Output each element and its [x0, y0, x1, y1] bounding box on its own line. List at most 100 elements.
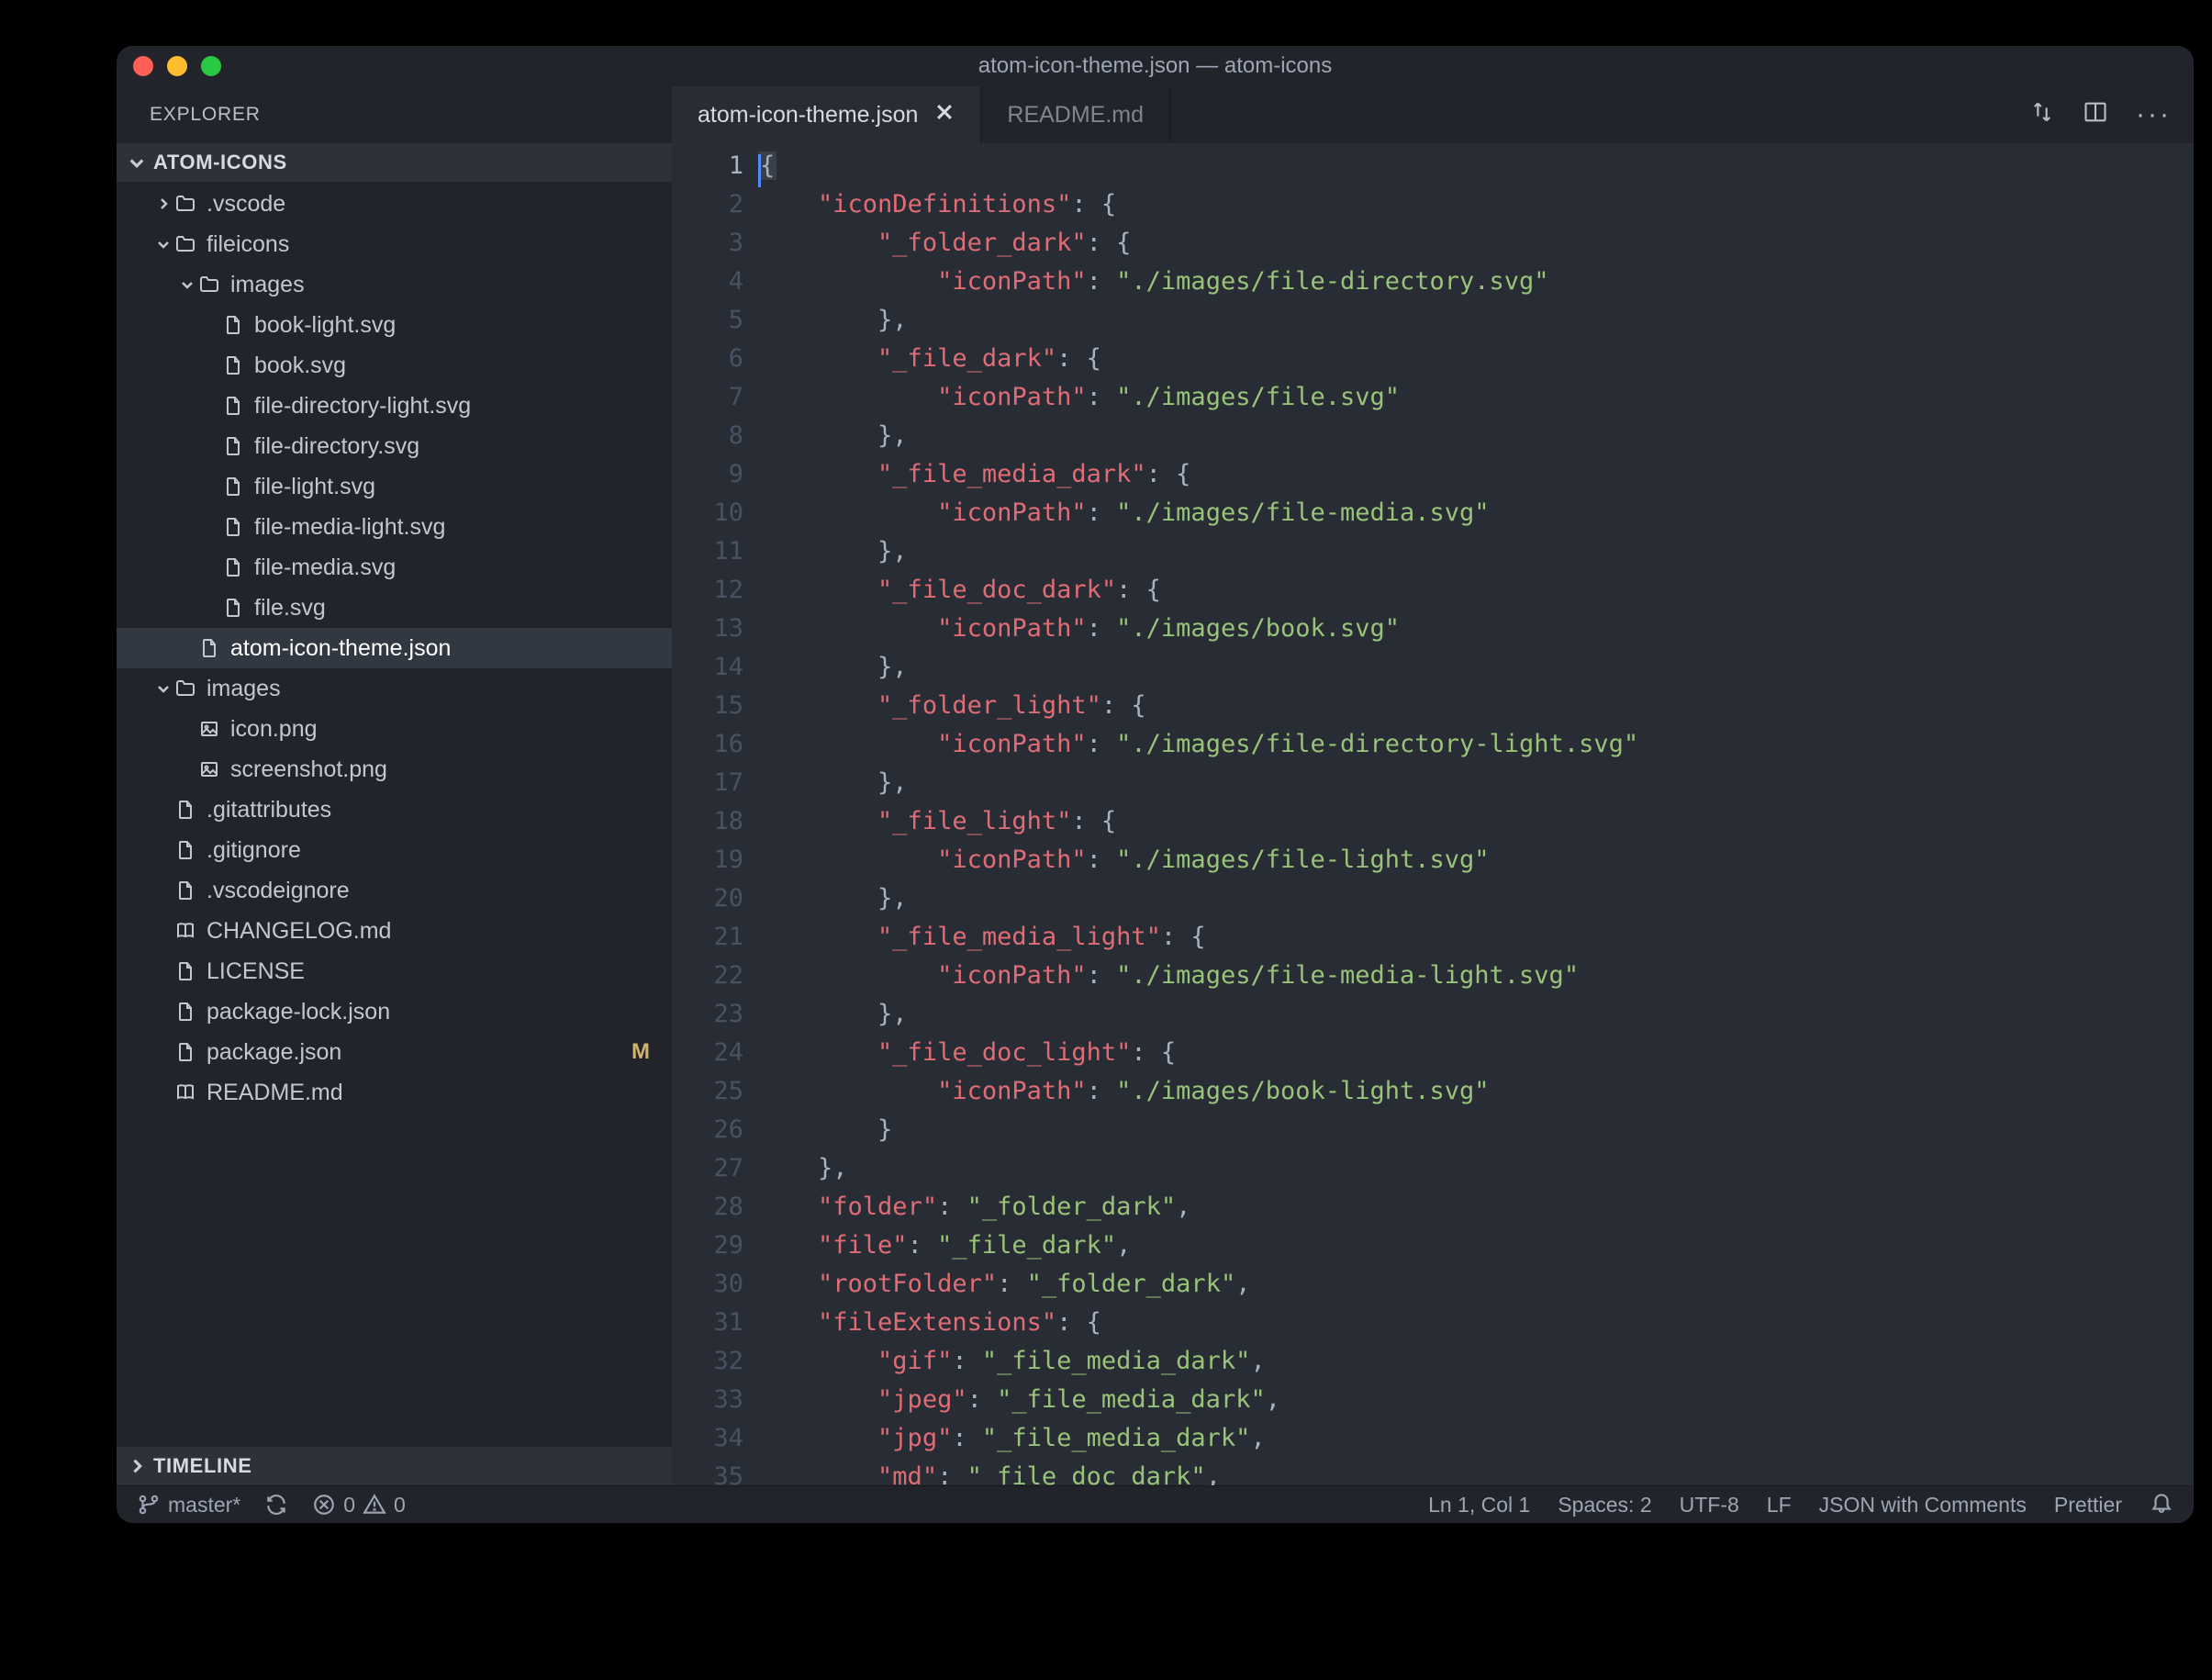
status-formatter[interactable]: Prettier	[2054, 1493, 2122, 1518]
chevron-down-icon[interactable]	[155, 237, 172, 252]
chevron-down-icon[interactable]	[179, 277, 196, 292]
file-icon	[172, 839, 199, 861]
folder-icon	[172, 678, 199, 700]
status-encoding[interactable]: UTF-8	[1680, 1493, 1739, 1518]
window-title: atom-icon-theme.json — atom-icons	[117, 53, 2194, 79]
folder-icon	[172, 193, 199, 215]
file-item[interactable]: screenshot.png	[117, 749, 672, 790]
file-icon	[219, 314, 247, 336]
file-icon	[219, 435, 247, 457]
editor-group: atom-icon-theme.json README.md ··· 123456…	[672, 86, 2194, 1485]
file-item[interactable]: book.svg	[117, 345, 672, 386]
explorer-root-section[interactable]: ATOM-ICONS	[117, 143, 672, 182]
file-label: file-directory.svg	[254, 433, 672, 460]
file-label: .vscode	[207, 191, 672, 218]
file-item[interactable]: file-directory-light.svg	[117, 386, 672, 426]
more-actions-icon[interactable]: ···	[2136, 101, 2172, 129]
tab-bar: atom-icon-theme.json README.md ···	[672, 86, 2194, 143]
status-sync[interactable]	[264, 1493, 288, 1517]
file-item[interactable]: package-lock.json	[117, 991, 672, 1032]
chevron-right-icon[interactable]	[155, 196, 172, 211]
file-item[interactable]: icon.png	[117, 709, 672, 749]
file-icon	[172, 1001, 199, 1023]
titlebar: atom-icon-theme.json — atom-icons	[117, 46, 2194, 86]
file-item[interactable]: .gitignore	[117, 830, 672, 870]
notifications-icon[interactable]	[2150, 1490, 2173, 1519]
file-item[interactable]: file-media.svg	[117, 547, 672, 588]
folder-item[interactable]: .vscode	[117, 184, 672, 224]
file-item[interactable]: LICENSE	[117, 951, 672, 991]
file-item[interactable]: CHANGELOG.md	[117, 911, 672, 951]
file-item[interactable]: package.jsonM	[117, 1032, 672, 1072]
file-label: CHANGELOG.md	[207, 918, 672, 945]
file-icon	[219, 516, 247, 538]
code-area[interactable]: { "iconDefinitions": { "_folder_dark": {…	[758, 147, 2194, 1485]
file-icon	[172, 879, 199, 902]
file-label: atom-icon-theme.json	[230, 635, 672, 662]
file-label: LICENSE	[207, 958, 672, 985]
status-branch[interactable]: master*	[137, 1493, 240, 1518]
sync-icon	[264, 1493, 288, 1517]
close-tab-icon[interactable]	[934, 102, 955, 129]
file-item[interactable]: file-media-light.svg	[117, 507, 672, 547]
status-problems[interactable]: 0 0	[312, 1493, 406, 1518]
close-window-button[interactable]	[133, 56, 153, 76]
minimize-window-button[interactable]	[167, 56, 187, 76]
folder-item[interactable]: images	[117, 668, 672, 709]
image-icon	[196, 758, 223, 780]
branch-icon	[137, 1493, 161, 1517]
file-label: book-light.svg	[254, 312, 672, 339]
file-label: file-directory-light.svg	[254, 393, 672, 420]
file-label: package-lock.json	[207, 999, 672, 1025]
folder-item[interactable]: images	[117, 264, 672, 305]
app-window: atom-icon-theme.json — atom-icons EXPLOR…	[117, 46, 2194, 1523]
zoom-window-button[interactable]	[201, 56, 221, 76]
file-item[interactable]: book-light.svg	[117, 305, 672, 345]
status-eol[interactable]: LF	[1767, 1493, 1792, 1518]
folder-icon	[196, 274, 223, 296]
file-icon	[172, 1041, 199, 1063]
file-item[interactable]: README.md	[117, 1072, 672, 1113]
chevron-down-icon	[128, 153, 146, 172]
file-icon	[219, 476, 247, 498]
file-icon	[172, 799, 199, 821]
file-tree: .vscode fileicons images book-light.svg book…	[117, 182, 672, 1447]
status-spaces[interactable]: Spaces: 2	[1558, 1493, 1651, 1518]
file-label: README.md	[207, 1080, 672, 1106]
file-label: .gitignore	[207, 837, 672, 864]
tab[interactable]: atom-icon-theme.json	[672, 86, 981, 143]
window-controls	[133, 56, 221, 76]
file-label: images	[230, 272, 672, 298]
error-icon	[312, 1493, 336, 1517]
file-icon	[196, 637, 223, 659]
file-item[interactable]: file.svg	[117, 588, 672, 628]
status-bar: master* 0 0 Ln 1, Col 1 Spaces: 2 UTF-8 …	[117, 1485, 2194, 1523]
timeline-label: TIMELINE	[153, 1454, 251, 1478]
tab-actions: ···	[2007, 86, 2194, 143]
tab-label: atom-icon-theme.json	[698, 102, 918, 129]
code-editor[interactable]: 1234567891011121314151617181920212223242…	[672, 143, 2194, 1485]
folder-item[interactable]: fileicons	[117, 224, 672, 264]
file-item[interactable]: .gitattributes	[117, 790, 672, 830]
file-item[interactable]: .vscodeignore	[117, 870, 672, 911]
file-label: fileicons	[207, 231, 672, 258]
file-label: file-light.svg	[254, 474, 672, 500]
file-item[interactable]: file-light.svg	[117, 466, 672, 507]
book-icon	[172, 920, 199, 942]
compare-changes-icon[interactable]	[2029, 99, 2055, 131]
line-gutter: 1234567891011121314151617181920212223242…	[672, 147, 758, 1485]
file-item[interactable]: file-directory.svg	[117, 426, 672, 466]
file-label: file-media.svg	[254, 554, 672, 581]
tab[interactable]: README.md	[981, 86, 1170, 143]
file-icon	[219, 556, 247, 578]
file-label: file.svg	[254, 595, 672, 622]
split-editor-icon[interactable]	[2083, 99, 2108, 131]
file-item[interactable]: atom-icon-theme.json	[117, 628, 672, 668]
chevron-down-icon[interactable]	[155, 681, 172, 696]
book-icon	[172, 1081, 199, 1103]
status-lang[interactable]: JSON with Comments	[1819, 1493, 2027, 1518]
status-lncol[interactable]: Ln 1, Col 1	[1428, 1493, 1530, 1518]
file-label: .vscodeignore	[207, 878, 672, 904]
timeline-section[interactable]: TIMELINE	[117, 1447, 672, 1485]
explorer-root-label: ATOM-ICONS	[153, 151, 287, 174]
